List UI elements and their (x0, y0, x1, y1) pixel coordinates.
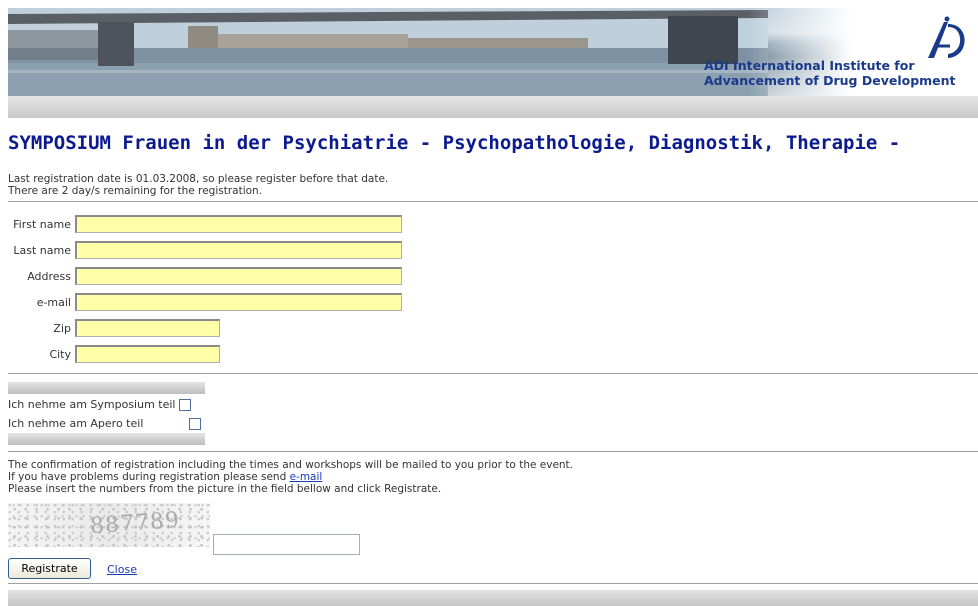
apero-checkbox[interactable] (189, 417, 201, 430)
first-name-input[interactable] (75, 215, 402, 233)
close-link[interactable]: Close (107, 563, 137, 576)
apero-label: Ich nehme am Apero teil (8, 417, 144, 430)
last-name-label: Last name (13, 243, 71, 257)
zip-row: Zip (8, 317, 220, 339)
registrate-button[interactable]: Registrate (8, 558, 91, 579)
symposium-option: Ich nehme am Symposium teil (8, 398, 191, 411)
last-name-input[interactable] (75, 241, 402, 259)
symposium-label: Ich nehme am Symposium teil (8, 398, 176, 411)
divider (8, 201, 978, 202)
address-input[interactable] (75, 267, 402, 285)
header-banner: ADI International Institute for Advancem… (8, 8, 978, 96)
organization-name: ADI International Institute for Advancem… (704, 58, 974, 88)
registration-notes: The confirmation of registration includi… (8, 459, 573, 495)
problems-note-text: If you have problems during registration… (8, 470, 290, 483)
adi-logo-icon (928, 16, 965, 58)
options-bottom-bar (8, 433, 205, 445)
apero-option: Ich nehme am Apero teil (8, 417, 201, 430)
options-top-bar (8, 382, 205, 394)
address-label: Address (27, 269, 71, 283)
zip-input[interactable] (75, 319, 220, 337)
registration-info: Last registration date is 01.03.2008, so… (8, 173, 388, 197)
first-name-row: First name (8, 213, 402, 235)
first-name-label: First name (13, 217, 71, 231)
days-remaining-text: There are 2 day/s remaining for the regi… (8, 185, 263, 197)
footer-bar (8, 590, 978, 606)
captcha-image: 887789 (8, 503, 210, 547)
zip-label: Zip (53, 321, 71, 335)
city-input[interactable] (75, 345, 220, 363)
email-row: e-mail (8, 291, 402, 313)
last-name-row: Last name (8, 239, 402, 261)
header-divider-bar (8, 96, 978, 118)
city-row: City (8, 343, 220, 365)
address-row: Address (8, 265, 402, 287)
org-name-line2: Advancement of Drug Development (704, 73, 956, 88)
captcha-input[interactable] (213, 534, 360, 555)
captcha-text: 887789 (89, 507, 181, 540)
divider (8, 373, 978, 374)
divider (8, 451, 978, 452)
city-label: City (49, 347, 71, 361)
email-input[interactable] (75, 293, 402, 311)
deadline-text: Last registration date is 01.03.2008, so… (8, 173, 389, 185)
email-label: e-mail (36, 295, 71, 309)
org-name-line1: ADI International Institute for (704, 58, 915, 73)
divider (8, 583, 978, 584)
email-link[interactable]: e-mail (290, 471, 323, 483)
bridge-photo (8, 8, 768, 96)
page-title: SYMPOSIUM Frauen in der Psychiatrie - Ps… (8, 132, 901, 154)
problems-note: If you have problems during registration… (8, 470, 573, 484)
symposium-checkbox[interactable] (178, 398, 191, 411)
captcha-instruction: Please insert the numbers from the pictu… (8, 482, 442, 495)
